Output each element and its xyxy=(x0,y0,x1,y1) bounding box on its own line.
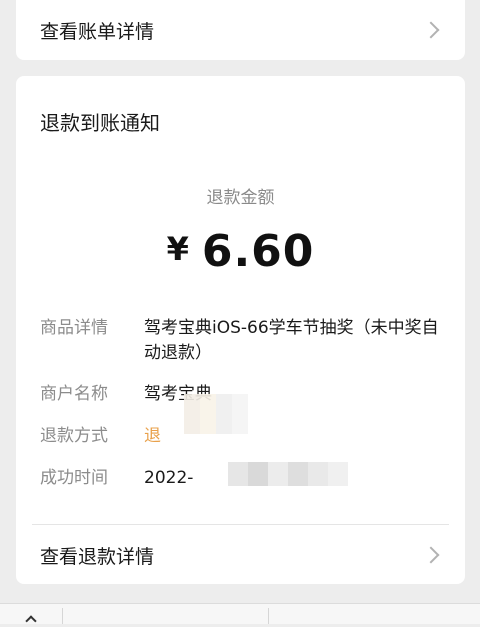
privacy-mosaic xyxy=(184,394,248,434)
chevron-right-icon xyxy=(422,546,440,564)
refund-notice-card: 退款到账通知 退款金额 ¥6.60 商品详情 驾考宝典iOS-66学车节抽奖（未… xyxy=(16,76,465,584)
currency-symbol: ¥ xyxy=(166,230,190,268)
privacy-mosaic xyxy=(228,462,348,486)
refund-amount-value: 6.60 xyxy=(201,226,315,277)
view-refund-details-link[interactable]: 查看退款详情 xyxy=(16,525,465,585)
bottom-toolbar xyxy=(0,603,480,627)
detail-key-product: 商品详情 xyxy=(40,318,108,338)
toolbar-separator xyxy=(268,608,269,624)
refund-amount: ¥6.60 xyxy=(16,226,465,277)
bill-card: 查看账单详情 xyxy=(16,0,465,60)
chevron-up-icon[interactable] xyxy=(25,615,37,627)
detail-key-refund-method: 退款方式 xyxy=(40,426,108,446)
notice-title: 退款到账通知 xyxy=(40,111,160,135)
detail-key-merchant: 商户名称 xyxy=(40,384,108,404)
view-refund-details-label: 查看退款详情 xyxy=(40,545,155,568)
detail-key-success-time: 成功时间 xyxy=(40,468,108,488)
refund-amount-label: 退款金额 xyxy=(206,188,275,208)
view-bill-details-label: 查看账单详情 xyxy=(40,20,155,43)
detail-row-product: 商品详情 驾考宝典iOS-66学车节抽奖（未中奖自动退款） xyxy=(40,316,441,366)
chevron-right-icon xyxy=(422,21,440,39)
toolbar-separator xyxy=(62,608,63,624)
detail-value-product: 驾考宝典iOS-66学车节抽奖（未中奖自动退款） xyxy=(144,318,439,363)
view-bill-details-link[interactable]: 查看账单详情 xyxy=(16,0,465,60)
